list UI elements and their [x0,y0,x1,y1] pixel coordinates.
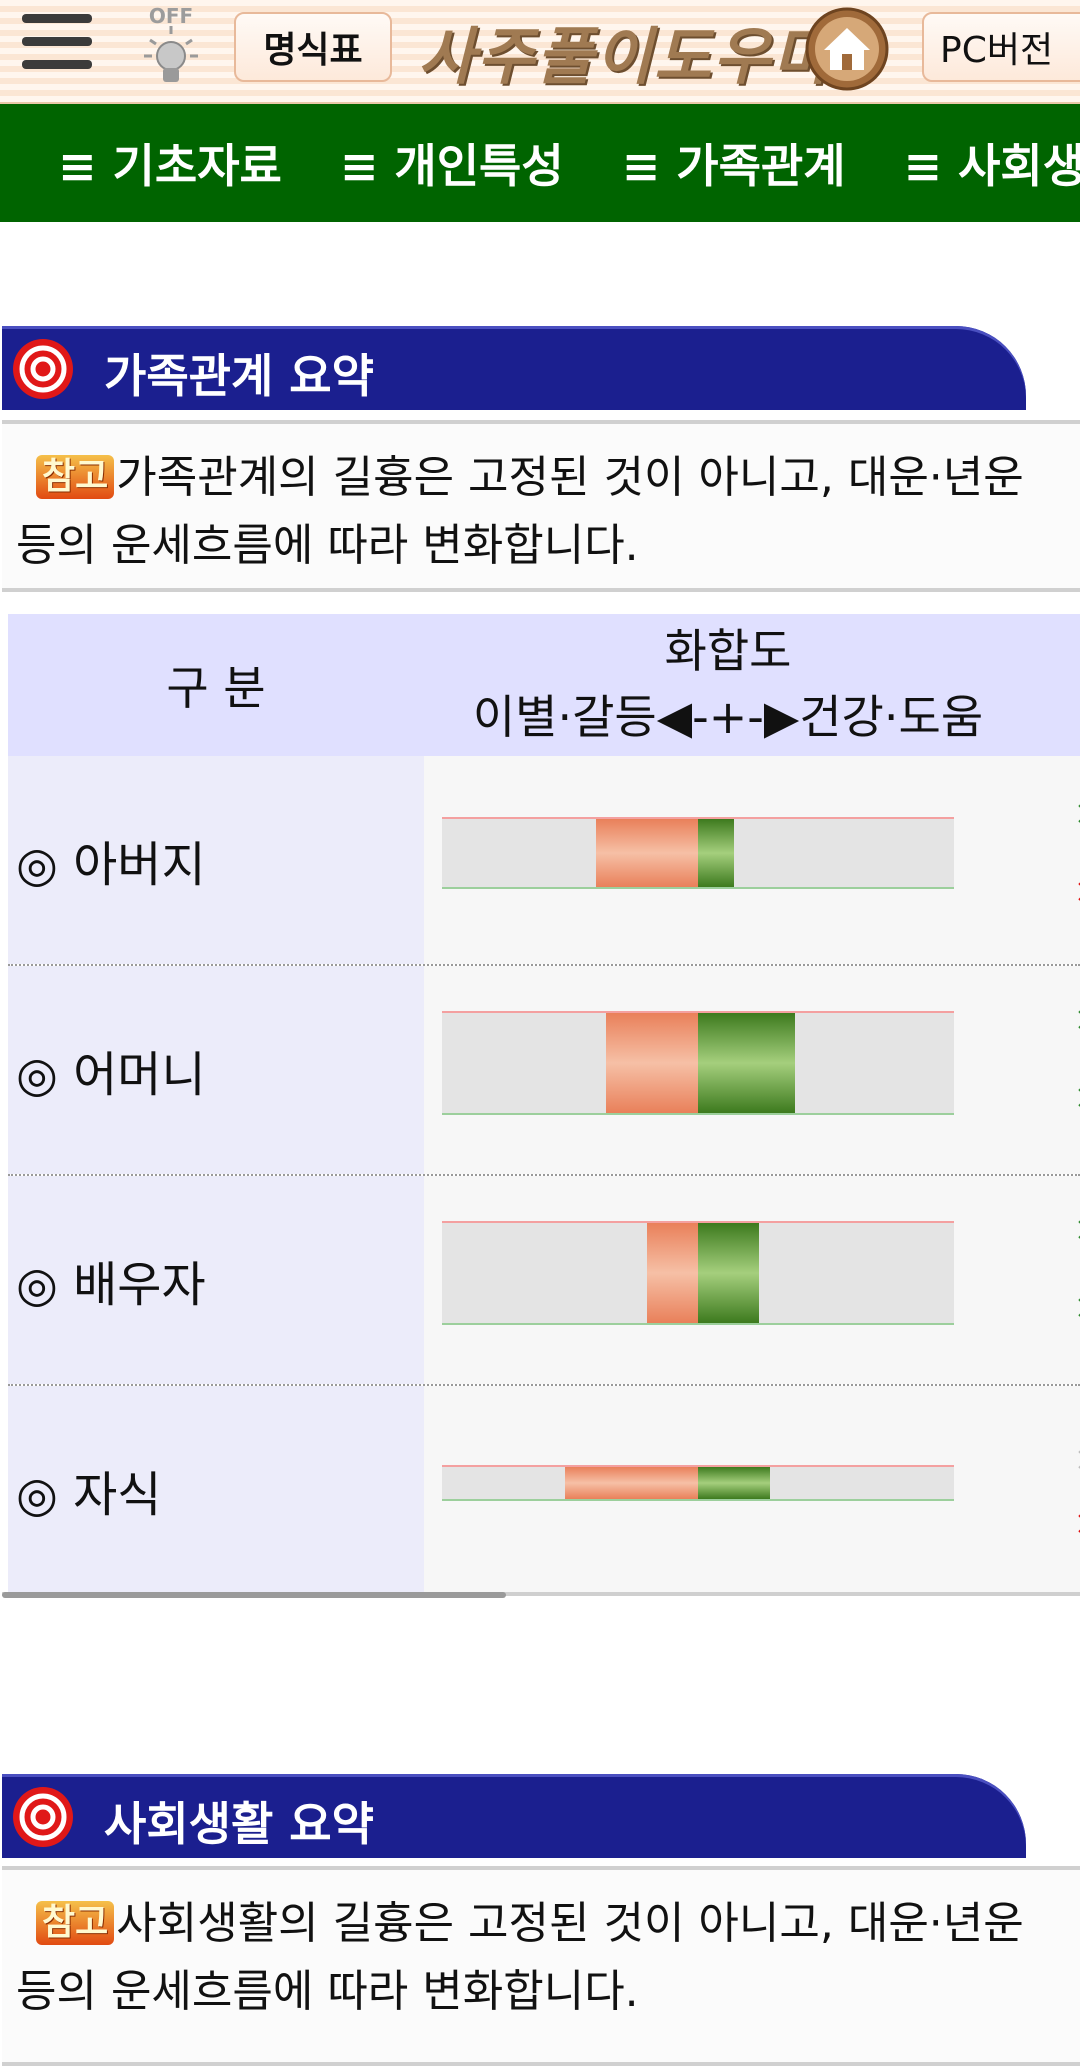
conflict-segment [565,1467,698,1499]
row-label-cell: ◎ 배우자 [8,1176,424,1384]
status-mark-icon: ✕ [1074,1216,1080,1246]
conflict-segment [596,819,698,887]
myeongsik-button[interactable]: 명식표 [234,12,392,82]
status-mark-icon: ✕ [1074,1006,1080,1036]
status-mark-icon: ✕ [1074,800,1080,830]
row-label: ◎ 배우자 [16,1257,206,1313]
target-icon [13,339,73,399]
status-mark-icon: ✕ [1074,1084,1080,1114]
family-section-header: 가족관계 요약 [2,326,1026,410]
table-row: ◎ 아버지 ✕ ✕ [8,756,1080,966]
row-label-cell: ◎ 자식 [8,1386,424,1594]
header-gubun: 구 분 [166,661,266,715]
harmony-bar [442,1011,954,1115]
row-label: ◎ 아버지 [16,837,206,893]
harmony-bar [442,1465,954,1501]
table-row: ◎ 자식 ✕ ✕ [8,1386,1080,1596]
lightbulb-icon [144,26,198,82]
top-bar: OFF 명식표 사주풀이도우미 PC버전 [0,0,1080,104]
social-section-title: 사회생활 요약 [104,1797,374,1851]
table-header: 구 분 화합도 이별·갈등◀-+-▶건강·도움 [8,614,1080,756]
hamburger-icon[interactable] [22,14,92,76]
table-row: ◎ 어머니 ✕ ✕ [8,966,1080,1176]
harmony-segment [698,1223,759,1323]
harmony-bar [442,817,954,889]
row-label: ◎ 자식 [16,1467,162,1523]
header-harmony: 화합도 [664,624,792,678]
social-note: 참고 사회생활의 길흉은 고정된 것이 아니고, 대운·년운 등의 운세흐름에 따… [2,1866,1080,2066]
row-label: ◎ 어머니 [16,1047,206,1103]
status-mark-icon: ✕ [1074,878,1080,908]
header-scale: 이별·갈등◀-+-▶건강·도움 [472,690,984,744]
nav-item-personal[interactable]: ≡ 개인특성 [340,130,564,196]
social-note-text: 사회생활의 길흉은 고정된 것이 아니고, 대운·년운 등의 운세흐름에 따라 … [16,1898,1024,2017]
note-badge: 참고 [36,1901,115,1945]
harmony-segment [698,1467,770,1499]
nav-item-basic[interactable]: ≡ 기초자료 [58,130,282,196]
row-label-cell: ◎ 아버지 [8,756,424,964]
home-icon[interactable] [804,6,890,92]
harmony-bar [442,1221,954,1325]
target-icon [13,1787,73,1847]
family-note: 참고 가족관계의 길흉은 고정된 것이 아니고, 대운·년운 등의 운세흐름에 따… [2,420,1080,592]
category-nav: ≡ 기초자료 ≡ 개인특성 ≡ 가족관계 ≡ 사회생활 [0,104,1080,222]
nav-item-family[interactable]: ≡ 가족관계 [622,130,846,196]
social-section-header: 사회생활 요약 [2,1774,1026,1858]
nav-item-social[interactable]: ≡ 사회생활 [904,130,1080,196]
bulb-toggle[interactable]: OFF [138,4,204,90]
row-label-cell: ◎ 어머니 [8,966,424,1174]
site-logo[interactable]: 사주풀이도우미 [418,6,831,96]
harmony-segment [698,819,734,887]
pc-version-button[interactable]: PC버전 [922,12,1080,82]
status-mark-icon: ✕ [1074,1294,1080,1324]
note-badge: 참고 [36,455,115,499]
table-row: ◎ 배우자 ✕ ✕ [8,1176,1080,1386]
table-scrollbar-thumb[interactable] [2,1592,506,1598]
conflict-segment [647,1223,698,1323]
harmony-segment [698,1013,795,1113]
conflict-segment [606,1013,698,1113]
status-mark-icon: ✕ [1074,1446,1080,1476]
status-mark-icon: ✕ [1074,1510,1080,1540]
family-section-title: 가족관계 요약 [104,349,374,403]
family-note-text: 가족관계의 길흉은 고정된 것이 아니고, 대운·년운 등의 운세흐름에 따라 … [16,452,1024,571]
